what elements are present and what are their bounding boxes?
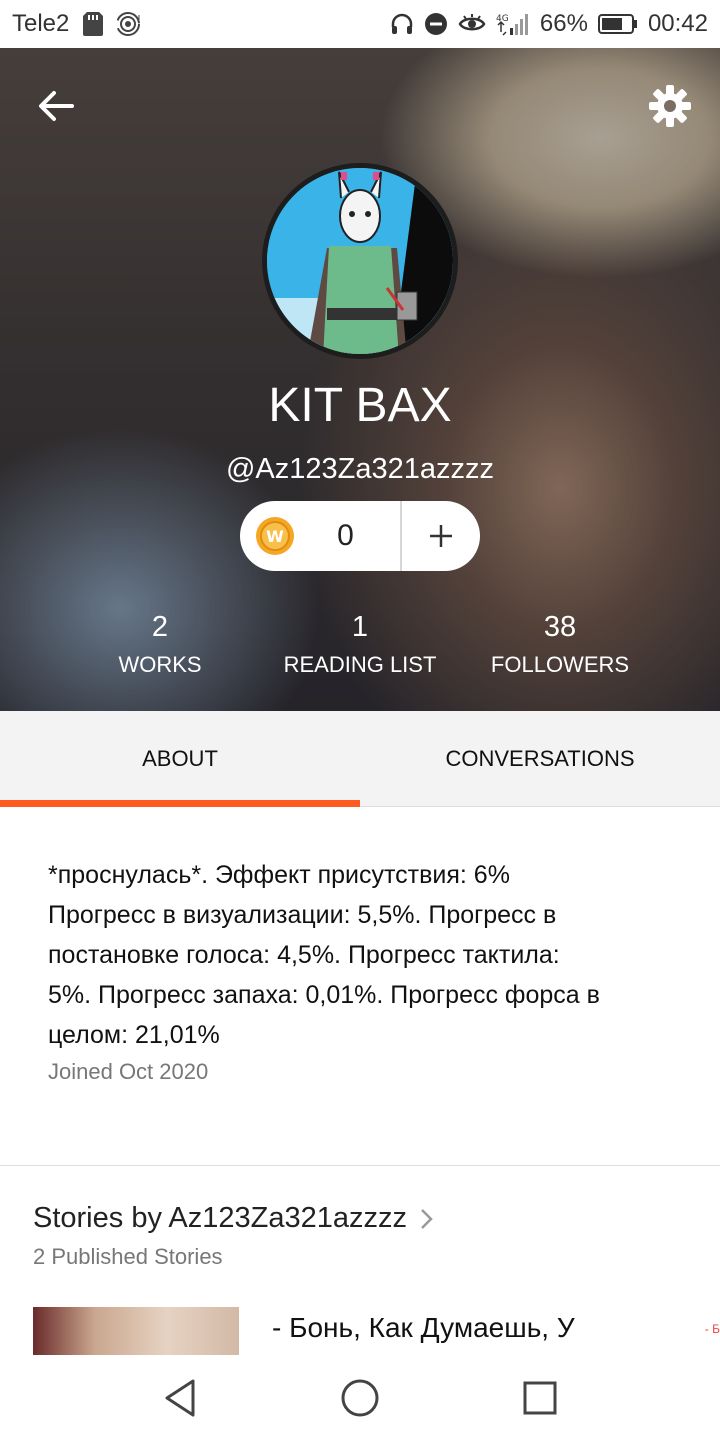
stat-reading-list[interactable]: 1 READING LIST <box>260 610 460 684</box>
stat-works[interactable]: 2 WORKS <box>60 610 260 684</box>
divider <box>0 1165 720 1166</box>
avatar-illustration <box>267 168 453 354</box>
svg-text:!: ! <box>137 14 141 25</box>
published-stories-count: 2 Published Stories <box>33 1244 223 1269</box>
stat-works-value: 2 <box>151 611 169 643</box>
system-nav-bar <box>0 1355 720 1440</box>
add-coins-button[interactable] <box>402 501 480 571</box>
coin-icon: W <box>256 517 294 555</box>
dnd-icon <box>424 12 448 36</box>
about-section: *проснулась*. Эффект присутствия: 6% Про… <box>48 855 678 1089</box>
stat-followers[interactable]: 38 FOLLOWERS <box>460 610 660 684</box>
stat-works-label: WORKS <box>118 652 202 677</box>
battery-percent: 66% <box>539 10 588 37</box>
square-recents-icon <box>523 1381 557 1414</box>
eye-icon <box>458 12 486 36</box>
coin-count: 0 <box>337 519 354 552</box>
bio-text: *проснулась*. Эффект присутствия: 6% Про… <box>48 855 678 1055</box>
clock: 00:42 <box>647 10 708 37</box>
stat-reading-list-value: 1 <box>351 611 369 643</box>
tab-conversations[interactable]: CONVERSATIONS <box>360 711 720 806</box>
carrier-label: Tele2 <box>12 10 70 37</box>
bio-line: Прогресс в визуализации: 5,5%. Прогресс … <box>48 901 557 929</box>
stat-reading-list-label: READING LIST <box>283 652 437 677</box>
profile-tabs: ABOUT CONVERSATIONS <box>0 711 720 807</box>
stories-title: Stories by Az123Za321azzzz <box>33 1202 407 1234</box>
circle-home-icon <box>341 1379 379 1416</box>
nav-back-button[interactable] <box>150 1368 210 1428</box>
profile-header: KIT BAX @Az123Za321azzzz W 0 2 WORKS 1 R… <box>0 48 720 711</box>
story-cover[interactable] <box>33 1307 239 1355</box>
gear-icon <box>649 85 691 127</box>
bio-line: *проснулась*. Эффект присутствия: 6% <box>48 861 510 889</box>
joined-date: Joined Oct 2020 <box>48 1059 209 1084</box>
bio-line: 5%. Прогресс запаха: 0,01%. Прогресс фор… <box>48 981 600 1009</box>
sd-card-icon <box>83 12 104 36</box>
hotspot-icon: ! <box>117 12 143 36</box>
coin-balance: W 0 <box>240 501 480 571</box>
stories-header-link[interactable]: Stories by Az123Za321azzzz <box>33 1202 435 1235</box>
avatar[interactable] <box>262 163 458 359</box>
story-tag-snippet: - Б <box>704 1322 720 1336</box>
status-bar: Tele2 ! 4G 66% 00:42 <box>0 0 720 48</box>
display-name: KIT BAX <box>268 379 452 432</box>
triangle-back-icon <box>165 1379 195 1416</box>
nav-home-button[interactable] <box>330 1368 390 1428</box>
bio-line: целом: 21,01% <box>48 1021 220 1049</box>
tab-about[interactable]: ABOUT <box>0 711 360 807</box>
settings-button[interactable] <box>642 78 698 134</box>
stat-followers-value: 38 <box>543 611 577 643</box>
back-button[interactable] <box>30 80 82 132</box>
arrow-left-icon <box>39 91 74 121</box>
stat-followers-label: FOLLOWERS <box>490 652 630 677</box>
svg-text:W: W <box>266 527 284 546</box>
headphones-icon <box>390 12 414 36</box>
battery-icon <box>597 13 638 35</box>
plus-icon <box>430 525 452 547</box>
nav-recents-button[interactable] <box>510 1368 570 1428</box>
signal-icon: 4G <box>496 11 530 37</box>
username: @Az123Za321azzzz <box>225 453 495 485</box>
story-title[interactable]: - Бонь, Как Думаешь, У <box>272 1312 575 1344</box>
chevron-right-icon <box>421 1208 433 1229</box>
bio-line: постановке голоса: 4,5%. Прогресс тактил… <box>48 941 560 969</box>
